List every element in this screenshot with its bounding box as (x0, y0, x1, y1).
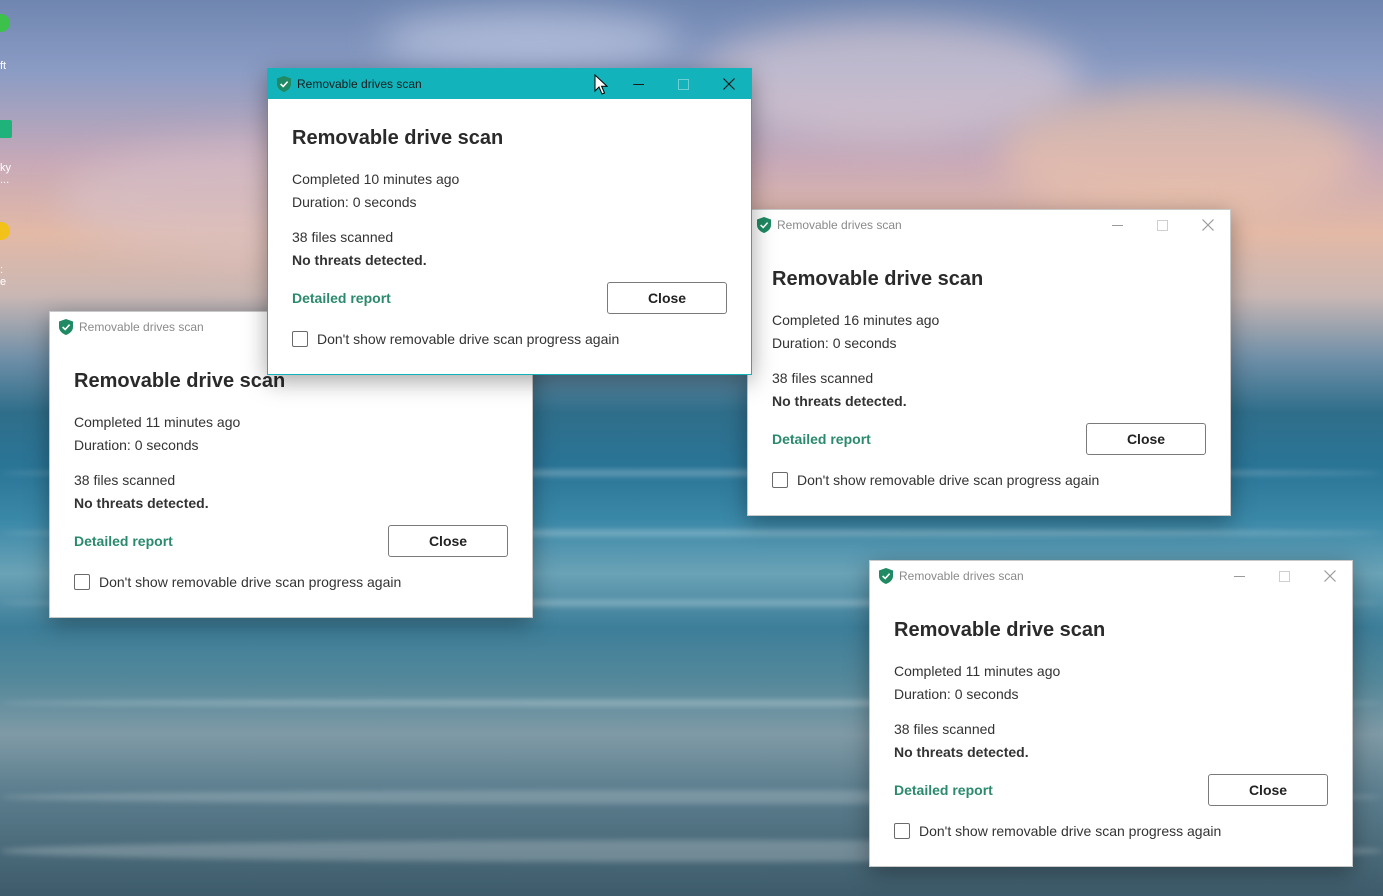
close-window-button[interactable] (706, 69, 751, 99)
completed-time: Completed 10 minutes ago (292, 171, 460, 187)
files-scanned: 38 files scanned (772, 370, 874, 386)
maximize-button[interactable] (1262, 561, 1307, 591)
dont-show-checkbox[interactable] (292, 331, 308, 347)
minimize-button[interactable] (616, 69, 661, 99)
scan-duration: Duration: 0 seconds (894, 686, 1019, 702)
close-icon (722, 78, 735, 90)
desktop-icon-label: : e (0, 264, 7, 288)
minimize-icon (633, 83, 644, 85)
close-button[interactable]: Close (607, 282, 727, 314)
dont-show-checkbox[interactable] (74, 574, 90, 590)
scan-dialog: Removable drives scan Removable drive sc… (747, 209, 1231, 516)
app-icon-green[interactable] (0, 14, 10, 32)
dont-show-checkbox[interactable] (772, 472, 788, 488)
files-scanned: 38 files scanned (894, 721, 996, 737)
files-scanned: 38 files scanned (74, 472, 176, 488)
minimize-button[interactable] (1095, 210, 1140, 240)
maximize-button[interactable] (1140, 210, 1185, 240)
close-window-button[interactable] (1185, 210, 1230, 240)
files-scanned: 38 files scanned (292, 229, 394, 245)
dont-show-label: Don't show removable drive scan progress… (317, 331, 620, 347)
scan-dialog: Removable drives scan Removable drive sc… (869, 560, 1353, 867)
close-button[interactable]: Close (388, 525, 508, 557)
desktop-icon-label: ft (0, 60, 7, 72)
scan-result: No threats detected. (292, 252, 427, 268)
minimize-icon (1112, 224, 1123, 226)
scan-duration: Duration: 0 seconds (74, 437, 199, 453)
maximize-icon (1279, 570, 1290, 582)
title-bar[interactable]: Removable drives scan (870, 561, 1352, 591)
dialog-heading: Removable drive scan (292, 127, 504, 149)
desktop-icon-label: ky ... (0, 162, 11, 186)
scan-result: No threats detected. (74, 495, 209, 511)
completed-time: Completed 11 minutes ago (894, 663, 1061, 679)
close-icon (1201, 219, 1214, 231)
scan-duration: Duration: 0 seconds (292, 194, 417, 210)
dont-show-label: Don't show removable drive scan progress… (797, 472, 1100, 488)
maximize-button[interactable] (661, 69, 706, 99)
close-window-button[interactable] (1307, 561, 1352, 591)
minimize-button[interactable] (1217, 561, 1262, 591)
scan-dialog: Removable drives scan Removable drive sc… (267, 68, 752, 375)
title-bar[interactable]: Removable drives scan (748, 210, 1230, 240)
window-title: Removable drives scan (777, 218, 902, 232)
detailed-report-link[interactable]: Detailed report (74, 533, 173, 549)
dont-show-label: Don't show removable drive scan progress… (919, 823, 1222, 839)
shield-icon (757, 217, 771, 233)
maximize-icon (1157, 219, 1168, 231)
scan-duration: Duration: 0 seconds (772, 335, 897, 351)
close-button[interactable]: Close (1086, 423, 1206, 455)
dialog-heading: Removable drive scan (894, 619, 1106, 641)
scan-result: No threats detected. (772, 393, 907, 409)
shield-icon (277, 76, 291, 92)
close-icon (1323, 570, 1336, 582)
completed-time: Completed 16 minutes ago (772, 312, 940, 328)
window-title: Removable drives scan (899, 569, 1024, 583)
shield-icon (879, 568, 893, 584)
scan-result: No threats detected. (894, 744, 1029, 760)
window-title: Removable drives scan (79, 320, 204, 334)
detailed-report-link[interactable]: Detailed report (772, 431, 871, 447)
title-bar[interactable]: Removable drives scan (268, 69, 751, 99)
completed-time: Completed 11 minutes ago (74, 414, 241, 430)
app-icon-teal[interactable] (0, 120, 12, 138)
detailed-report-link[interactable]: Detailed report (292, 290, 391, 306)
dont-show-label: Don't show removable drive scan progress… (99, 574, 402, 590)
shield-icon (59, 319, 73, 335)
window-title: Removable drives scan (297, 77, 422, 91)
dialog-heading: Removable drive scan (772, 268, 984, 290)
app-icon-yellow[interactable] (0, 222, 10, 240)
detailed-report-link[interactable]: Detailed report (894, 782, 993, 798)
minimize-icon (1234, 575, 1245, 577)
mouse-cursor-icon (594, 74, 608, 95)
dont-show-checkbox[interactable] (894, 823, 910, 839)
close-button[interactable]: Close (1208, 774, 1328, 806)
maximize-icon (678, 78, 689, 90)
